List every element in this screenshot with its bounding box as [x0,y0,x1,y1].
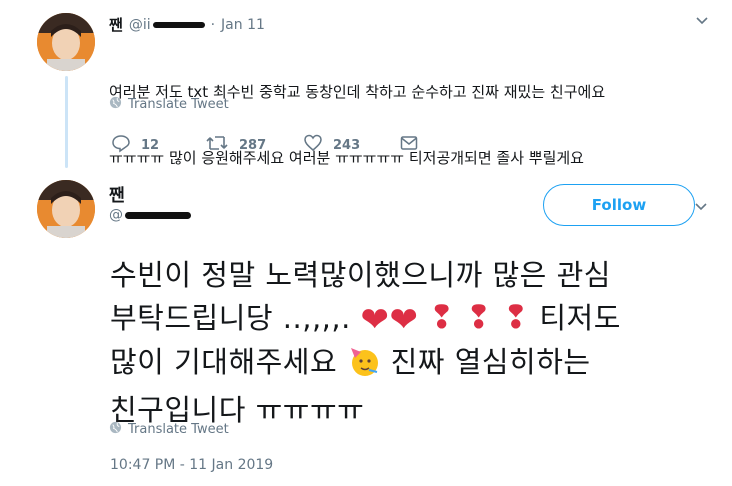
tweet2-text: 수빈이 정말 노력많이했으니까 많은 관심 부탁드립니당 ..,,,,. ❤❤ … [110,254,621,431]
follow-button[interactable]: Follow [543,184,695,226]
tweet2-text-line2-start: 부탁드립니당 ..,,,,. [110,301,351,335]
thread-connector [65,76,68,168]
tweet2-text-line3: 많이 기대해주세요 진짜 열심히하는 [110,341,621,389]
retweet-count: 287 [239,137,267,153]
reply-count: 12 [141,137,160,153]
tweet1-text: 여러분 저도 txt 최수빈 중학교 동창인데 착하고 순수하고 진짜 재밌는 … [109,37,605,191]
tweet1-actions: 12 287 243 [111,133,419,157]
tweet2-translate-link[interactable]: Translate Tweet [109,421,229,438]
tweet2-text-line2-end: 티저도 [539,301,621,335]
tweet1-author-handle[interactable]: @ii [129,17,151,33]
translate-label: Translate Tweet [128,422,229,437]
tweet2-author-name[interactable]: 짼 [109,181,125,206]
chevron-down-icon[interactable] [694,12,710,32]
like-button[interactable]: 243 [303,133,399,157]
globe-icon [109,96,122,113]
tweet2-text-line2: 부탁드립니당 ..,,,,. ❤❤ ❢ ❢ ❢ 티저도 [110,296,621,341]
envelope-icon [399,133,419,157]
red-heart-emoji: ❤ [360,300,390,340]
reply-icon [111,133,131,157]
redaction-bar [125,211,191,219]
tweet2-author-handle[interactable]: @ [109,207,123,223]
tweet2-text-line1: 수빈이 정말 노력많이했으니까 많은 관심 [110,258,611,292]
heavy-exclamation-emoji: ❢ [465,298,493,336]
tweet2-text-line3-end: 진짜 열심히하는 [390,345,591,379]
heart-outline-icon [303,133,323,157]
retweet-button[interactable]: 287 [205,133,303,157]
red-heart-emoji: ❤ [389,300,419,340]
avatar[interactable] [37,180,95,238]
reply-button[interactable]: 12 [111,133,205,157]
direct-message-button[interactable] [399,133,419,157]
avatar[interactable] [37,13,95,71]
redaction-bar [152,21,205,28]
globe-icon [109,421,122,438]
like-count: 243 [333,137,361,153]
chevron-down-icon[interactable] [693,198,709,218]
heavy-exclamation-emoji: ❢ [502,298,530,336]
tweet2-handle-row: @ [109,207,191,223]
tweet1-header: 짼 @ii · Jan 11 [109,14,265,35]
tweet2-timestamp[interactable]: 10:47 PM - 11 Jan 2019 [110,457,273,473]
retweet-icon [205,133,229,157]
tweet1-separator: · [210,16,216,33]
translate-label: Translate Tweet [128,97,229,112]
tweet1-author-name[interactable]: 짼 [109,14,123,35]
tweet1-translate-link[interactable]: Translate Tweet [109,96,229,113]
tweet1-date[interactable]: Jan 11 [221,17,265,33]
heavy-exclamation-emoji: ❢ [428,298,456,336]
tweet2-text-line3-start: 많이 기대해주세요 [110,345,338,379]
party-face-emoji [347,344,381,389]
